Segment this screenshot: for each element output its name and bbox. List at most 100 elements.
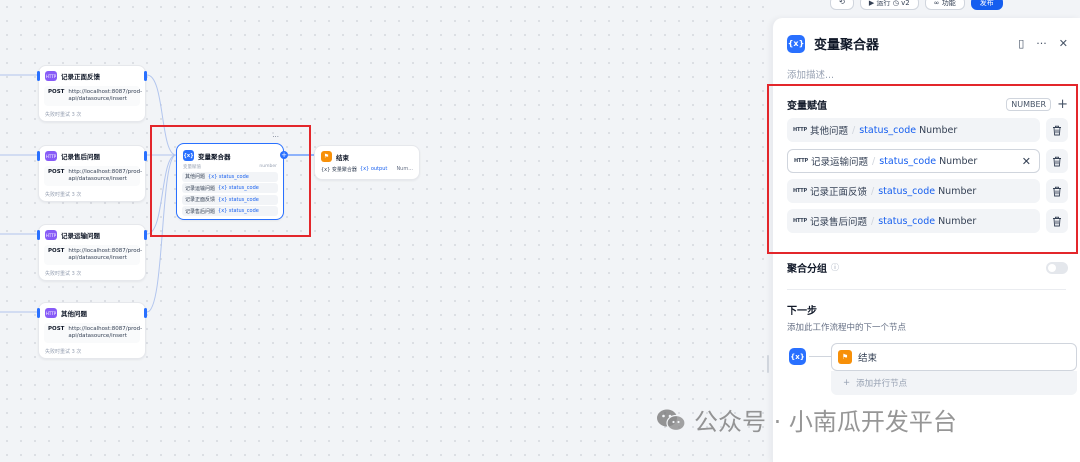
trash-icon[interactable] (1046, 209, 1068, 233)
edge-http4-agg (146, 154, 177, 313)
top-toolbar: ⟲ ▶ 运行 ◷ v2 ∞ 功能 发布 (830, 0, 1003, 12)
http-icon: HTTP (793, 188, 807, 194)
group-toggle[interactable] (1046, 261, 1068, 274)
http-icon: HTTP (45, 71, 57, 81)
var-type: Number (938, 215, 977, 227)
input-port[interactable] (37, 71, 40, 81)
url-line: api/datasource/insert (68, 255, 127, 261)
variable-selector[interactable]: HTTP 其他问题 / status_code Number (787, 118, 1040, 142)
http-node-shipping[interactable]: HTTP 记录运输问题 POST http://localhost:8087/pro… (37, 224, 147, 281)
undo-button[interactable]: ⟲ (830, 0, 854, 10)
resize-handle[interactable] (767, 355, 769, 373)
output-type: Num... (396, 166, 413, 172)
end-node[interactable]: ⚑ 结束 {x} 变量聚合器 {x} output Num... (314, 145, 420, 180)
workflow-canvas[interactable]: HTTP 记录正面反馈 POST http://localhost:8087/pro… (0, 0, 772, 462)
request-box: POST http://localhost:8087/prod-api/datas… (44, 323, 143, 343)
node-title: 变量聚合器 (198, 152, 231, 161)
http-icon: HTTP (793, 218, 807, 224)
trash-icon[interactable] (1046, 179, 1068, 203)
output-source: {x} 变量聚合器 (321, 167, 357, 173)
http-node-after-sales[interactable]: HTTP 记录售后问题 POST http://localhost:8087/pro… (37, 145, 147, 202)
description-input[interactable]: 添加描述... (773, 53, 1080, 81)
connector-line (809, 356, 831, 357)
var-type: Number (939, 155, 978, 167)
output-port[interactable] (144, 71, 147, 81)
trash-icon[interactable] (1046, 149, 1068, 173)
assign-title: 变量赋值 (787, 101, 827, 112)
clear-icon[interactable]: ✕ (1022, 155, 1031, 168)
agg-var: {x} status_code (218, 185, 259, 191)
close-icon[interactable]: ✕ (1059, 37, 1068, 50)
variable-row: HTTP 记录售后问题 / status_code Number (787, 209, 1068, 233)
assign-label: 变量赋值 (183, 165, 201, 170)
method: POST (48, 326, 65, 332)
group-section: 聚合分组 ⓘ (773, 260, 1080, 275)
publish-button[interactable]: 发布 (970, 0, 1003, 10)
variable-selector[interactable]: HTTP 记录售后问题 / status_code Number (787, 209, 1040, 233)
history-icon: ◷ (892, 0, 899, 7)
add-parallel-button[interactable]: + 添加并行节点 (831, 371, 1077, 395)
output-port[interactable] (144, 151, 147, 161)
run-button[interactable]: ▶ 运行 ◷ v2 (859, 0, 919, 10)
var-name: status_code (859, 124, 917, 136)
features-button[interactable]: ∞ 功能 (924, 0, 965, 10)
var-source: 记录正面反馈 (810, 187, 868, 198)
node-title: 记录运输问题 (61, 232, 100, 240)
variable-selector[interactable]: HTTP 记录运输问题 / status_code Number ✕ (787, 149, 1040, 173)
url-line: http://localhost:8087/prod- (68, 169, 143, 175)
node-title: 其他问题 (61, 310, 87, 318)
agg-var: {x} status_code (218, 208, 259, 214)
help-icon[interactable]: ⓘ (831, 262, 1046, 273)
next-desc: 添加此工作流程中的下一个节点 (787, 323, 907, 333)
url-line: api/datasource/insert (68, 333, 127, 339)
var-name: status_code (878, 185, 936, 197)
add-next-icon[interactable]: + (280, 151, 288, 159)
var-source: 记录运输问题 (811, 157, 869, 168)
var-source: 记录售后问题 (810, 217, 868, 228)
input-port[interactable] (37, 230, 40, 240)
more-icon[interactable]: ··· (272, 133, 279, 141)
aggregator-node[interactable]: ··· {x} 变量聚合器 变量赋值 number 其他问题 {x} status_… (176, 133, 288, 220)
assign-section-header: 变量赋值 NUMBER + (773, 97, 1080, 112)
book-icon[interactable]: ▯ (1018, 37, 1024, 50)
next-step-section: 下一步 (773, 302, 1080, 317)
method: POST (48, 169, 65, 175)
output-port[interactable] (144, 230, 147, 240)
agg-row: 记录售后问题 {x} status_code (182, 206, 278, 216)
output-port[interactable] (144, 308, 147, 318)
trash-icon[interactable] (1046, 118, 1068, 142)
url-line: http://localhost:8087/prod- (68, 326, 143, 332)
next-node-end[interactable]: ⚑ 结束 (831, 343, 1077, 371)
variable-selector[interactable]: HTTP 记录正面反馈 / status_code Number (787, 179, 1040, 203)
variable-icon: {x} (787, 34, 805, 53)
variable-row: HTTP 记录运输问题 / status_code Number ✕ (787, 149, 1068, 173)
agg-var: {x} status_code (218, 196, 259, 203)
features-icon: ∞ (933, 0, 940, 7)
next-node-label: 结束 (858, 353, 878, 364)
panel-title: 变量聚合器 (814, 38, 880, 53)
method: POST (48, 89, 65, 95)
end-icon: ⚑ (321, 151, 332, 162)
type-tag: NUMBER (1006, 98, 1052, 111)
plus-icon: + (843, 378, 851, 388)
http-node-positive-feedback[interactable]: HTTP 记录正面反馈 POST http://localhost:8087/pro… (37, 65, 147, 122)
watermark: 公众号 · 小南瓜开发平台 (656, 402, 957, 437)
url-line: api/datasource/insert (68, 96, 127, 102)
request-box: POST http://localhost:8087/prod-api/datas… (44, 86, 142, 106)
agg-source: 其他问题 (185, 174, 206, 180)
node-config-panel: {x} 变量聚合器 ▯ ··· ✕ 添加描述... 变量赋值 NUMBER + … (772, 18, 1080, 462)
retry-info: 失败时重试 3 次 (45, 112, 82, 118)
add-variable-icon[interactable]: + (1057, 97, 1068, 112)
input-port[interactable] (37, 308, 40, 318)
output-var: {x} output (359, 166, 388, 172)
http-icon: HTTP (45, 230, 57, 240)
node-title: 结束 (336, 153, 349, 162)
more-icon[interactable]: ··· (1036, 37, 1047, 50)
var-name: status_code (878, 215, 936, 227)
input-port[interactable] (37, 151, 40, 161)
variable-row: HTTP 记录正面反馈 / status_code Number (787, 179, 1068, 203)
http-node-other[interactable]: HTTP 其他问题 POST http://localhost:8087/prod-… (37, 302, 147, 359)
method: POST (48, 248, 65, 254)
agg-var: {x} status_code (208, 173, 249, 180)
var-source: 其他问题 (810, 126, 849, 137)
